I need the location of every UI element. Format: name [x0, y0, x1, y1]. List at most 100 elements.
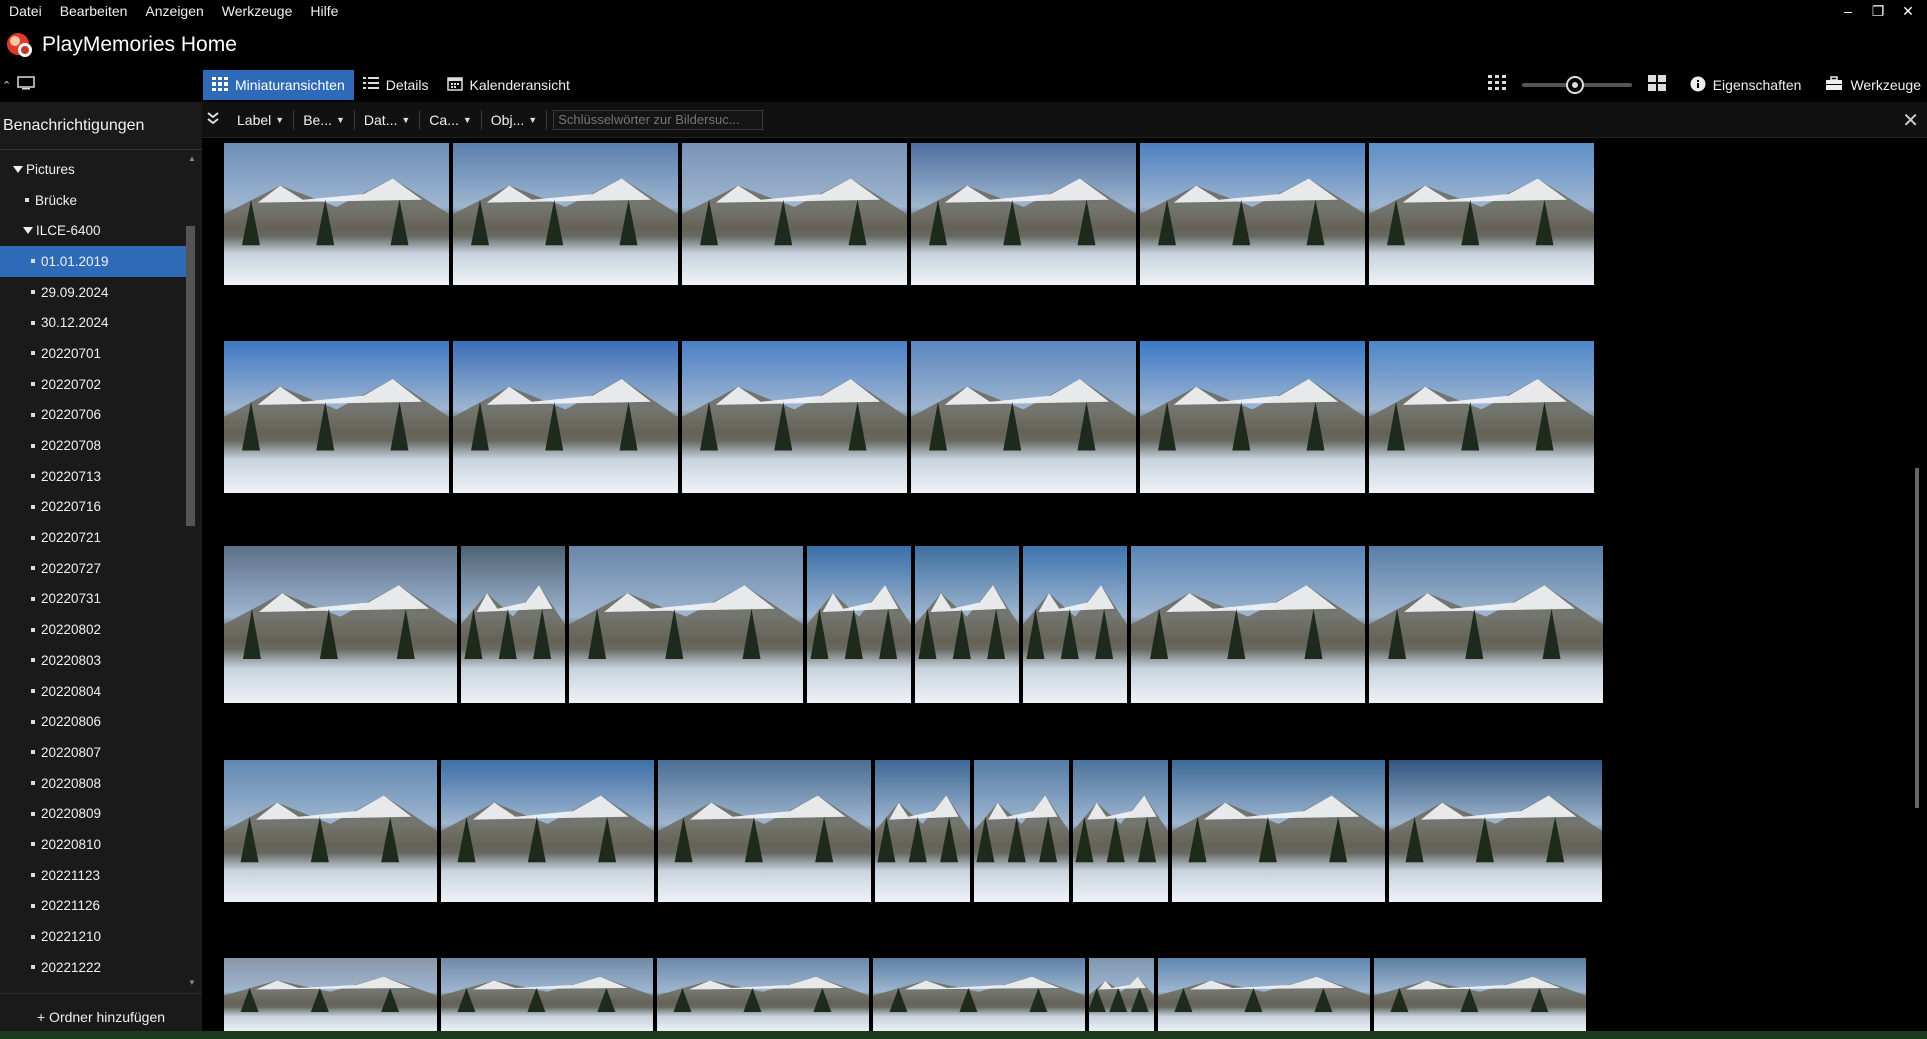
photo-thumbnail[interactable]: [224, 760, 437, 902]
menu-hilfe[interactable]: Hilfe: [301, 0, 347, 22]
tree-item-label: 20220731: [41, 591, 102, 607]
photo-thumbnail[interactable]: [1389, 760, 1602, 902]
thumbnail-grid-icon: [212, 76, 228, 94]
photo-thumbnail[interactable]: [1023, 546, 1127, 703]
photo-thumbnail[interactable]: [224, 341, 449, 493]
tree-item[interactable]: 20220731: [0, 584, 188, 615]
tree-item[interactable]: Brücke: [0, 185, 188, 216]
photo-thumbnail[interactable]: [441, 760, 654, 902]
filter-dropdown[interactable]: Obj... ▼: [482, 109, 548, 130]
photo-thumbnail[interactable]: [453, 341, 678, 493]
photo-thumbnail[interactable]: [1158, 958, 1370, 1031]
double-chevron-down-icon[interactable]: [206, 111, 228, 129]
tree-item[interactable]: 30.12.2024: [0, 307, 188, 338]
tree-item[interactable]: 20220802: [0, 614, 188, 645]
photo-thumbnail[interactable]: [453, 143, 678, 285]
expand-triangle-icon[interactable]: [13, 165, 23, 173]
photo-thumbnail[interactable]: [658, 760, 871, 902]
photo-thumbnail[interactable]: [441, 958, 653, 1031]
photo-thumbnail[interactable]: [911, 143, 1136, 285]
grid-scrollbar[interactable]: [1915, 468, 1919, 808]
tree-item[interactable]: 20221123: [0, 860, 188, 891]
tree-item[interactable]: 20220721: [0, 522, 188, 553]
photo-thumbnail[interactable]: [1369, 341, 1594, 493]
photo-thumbnail[interactable]: [873, 958, 1085, 1031]
photo-thumbnail[interactable]: [1131, 546, 1365, 703]
photo-thumbnail[interactable]: [1172, 760, 1385, 902]
tree-item-label: 20220809: [41, 806, 102, 822]
photo-thumbnail[interactable]: [461, 546, 565, 703]
photo-thumbnail[interactable]: [1369, 546, 1603, 703]
scroll-up-icon[interactable]: ▲: [188, 154, 196, 163]
tree-item[interactable]: 20220807: [0, 737, 188, 768]
thumbnail-size-slider[interactable]: [1521, 76, 1632, 94]
photo-thumbnail[interactable]: [569, 546, 803, 703]
tree-item[interactable]: 20220701: [0, 338, 188, 369]
photo-thumbnail[interactable]: [224, 958, 437, 1031]
tools-button[interactable]: Werkzeuge: [1825, 76, 1921, 94]
tree-item[interactable]: 20220810: [0, 829, 188, 860]
filter-dropdown[interactable]: Be... ▼: [294, 109, 355, 130]
photo-thumbnail[interactable]: [682, 341, 907, 493]
close-icon[interactable]: ✕: [1897, 0, 1919, 22]
scroll-down-icon[interactable]: ▼: [188, 978, 196, 987]
tree-item[interactable]: 20220803: [0, 645, 188, 676]
photo-thumbnail[interactable]: [875, 760, 970, 902]
tree-item[interactable]: 20220713: [0, 461, 188, 492]
photo-thumbnail[interactable]: [1374, 958, 1586, 1031]
tree-item[interactable]: 20220804: [0, 676, 188, 707]
tree-item[interactable]: 20221210: [0, 921, 188, 952]
tab-details[interactable]: Details: [354, 70, 438, 100]
notifications-header[interactable]: Benachrichtigungen: [0, 102, 202, 150]
photo-thumbnail[interactable]: [911, 341, 1136, 493]
expand-triangle-icon[interactable]: [23, 227, 33, 235]
small-thumbnails-icon[interactable]: [1487, 74, 1506, 96]
menu-bearbeiten[interactable]: Bearbeiten: [51, 0, 137, 22]
photo-thumbnail[interactable]: [1369, 143, 1594, 285]
tab-thumbnails[interactable]: Miniaturansichten: [203, 70, 354, 100]
menu-werkzeuge[interactable]: Werkzeuge: [213, 0, 302, 22]
tree-item[interactable]: 20220806: [0, 706, 188, 737]
minimize-icon[interactable]: –: [1837, 0, 1859, 22]
photo-thumbnail[interactable]: [1140, 143, 1365, 285]
tree-item[interactable]: 20220809: [0, 798, 188, 829]
photo-thumbnail[interactable]: [682, 143, 907, 285]
large-thumbnails-icon[interactable]: [1647, 74, 1666, 96]
photo-thumbnail[interactable]: [1089, 958, 1154, 1031]
tab-calendar[interactable]: Kalenderansicht: [438, 70, 579, 100]
sidebar-scrollbar[interactable]: [186, 226, 195, 526]
tree-item[interactable]: 20220808: [0, 768, 188, 799]
collapse-up-icon[interactable]: ⌃: [2, 79, 11, 92]
tree-item[interactable]: 20221126: [0, 891, 188, 922]
keyword-search-input[interactable]: [553, 109, 764, 130]
photo-thumbnail[interactable]: [1073, 760, 1168, 902]
photo-thumbnail[interactable]: [974, 760, 1069, 902]
tree-item[interactable]: 20220706: [0, 400, 188, 431]
tree-item[interactable]: 01.01.2019: [0, 246, 188, 277]
tree-item[interactable]: 29.09.2024: [0, 277, 188, 308]
photo-thumbnail[interactable]: [224, 143, 449, 285]
filter-dropdown[interactable]: Dat... ▼: [355, 109, 421, 130]
tree-item[interactable]: 20220708: [0, 430, 188, 461]
landscape-image: [569, 585, 803, 660]
menu-datei[interactable]: Datei: [0, 0, 51, 22]
filter-dropdown[interactable]: Ca... ▼: [420, 109, 482, 130]
close-filter-icon[interactable]: ✕: [1902, 108, 1919, 133]
photo-thumbnail[interactable]: [657, 958, 869, 1031]
photo-thumbnail[interactable]: [1140, 341, 1365, 493]
restore-icon[interactable]: ❐: [1867, 0, 1889, 22]
photo-thumbnail[interactable]: [915, 546, 1019, 703]
tree-item[interactable]: ILCE-6400: [0, 215, 188, 246]
tree-item[interactable]: 20220727: [0, 553, 188, 584]
photo-thumbnail[interactable]: [224, 546, 457, 703]
slider-handle[interactable]: [1565, 76, 1584, 94]
properties-button[interactable]: Eigenschaften: [1690, 76, 1801, 95]
tree-item[interactable]: 20220702: [0, 369, 188, 400]
computer-icon[interactable]: [17, 75, 35, 95]
tree-item[interactable]: Pictures: [0, 154, 188, 185]
tree-item[interactable]: 20221222: [0, 952, 188, 983]
filter-dropdown[interactable]: Label ▼: [228, 109, 295, 130]
menu-anzeigen[interactable]: Anzeigen: [136, 0, 212, 22]
tree-item[interactable]: 20220716: [0, 492, 188, 523]
photo-thumbnail[interactable]: [807, 546, 911, 703]
